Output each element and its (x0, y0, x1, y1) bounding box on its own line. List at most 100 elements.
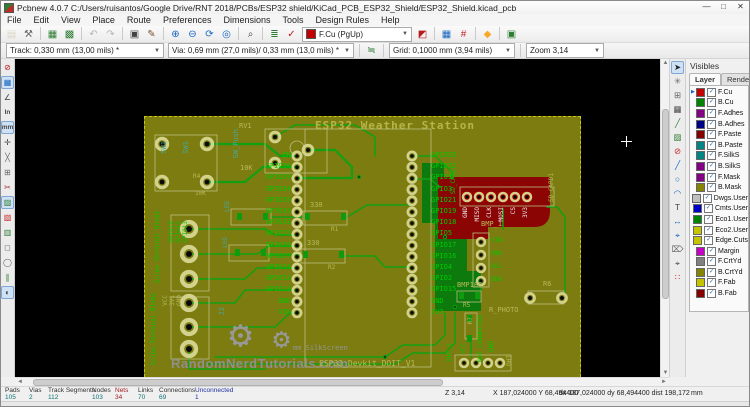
layer-row-b-adhes[interactable]: ✓B.Adhes (690, 119, 748, 130)
zoom-in-icon[interactable]: ⊕ (168, 27, 183, 42)
module-ratsnest-icon[interactable]: ⊞ (1, 166, 14, 179)
grid-select[interactable]: Grid: 0,1000 mm (3,94 mils)▼ (389, 43, 515, 58)
layer-row-f-fab[interactable]: ✓F.Fab (690, 278, 748, 289)
layer-color-swatch[interactable] (696, 257, 705, 266)
maximize-button[interactable]: □ (715, 1, 732, 13)
layer-selector[interactable]: F.Cu (PgUp) ▼ (302, 27, 412, 42)
hscroll-thumb[interactable] (33, 379, 443, 386)
layer-row-b-fab[interactable]: ✓B.Fab (690, 288, 748, 299)
layer-visibility-checkbox[interactable]: ✓ (707, 98, 716, 107)
zones-outline-icon[interactable]: ▥ (1, 226, 14, 239)
layer-row-cmts-user[interactable]: ✓Cmts.User (690, 204, 748, 215)
add-dimension-icon[interactable]: ↔ (671, 215, 684, 228)
plot-icon[interactable]: ✎ (144, 27, 159, 42)
layer-row-b-cu[interactable]: ✓B.Cu (690, 98, 748, 109)
delete-icon[interactable]: ⌦ (671, 243, 684, 256)
layer-color-swatch[interactable] (693, 215, 702, 224)
zones-show-icon[interactable]: ▨ (1, 196, 14, 209)
layer-visibility-checkbox[interactable]: ✓ (707, 289, 716, 298)
track-mode-icon[interactable]: # (456, 27, 471, 42)
print-icon[interactable]: ▣ (127, 27, 142, 42)
drc-icon[interactable]: ✓ (284, 27, 299, 42)
layer-color-swatch[interactable] (693, 226, 702, 235)
auto-track-width-icon[interactable]: ≒ (364, 43, 379, 58)
layer-row-eco1-user[interactable]: ✓Eco1.User (690, 214, 748, 225)
menu-dimensions[interactable]: Dimensions (217, 14, 276, 26)
vscroll-thumb[interactable] (662, 109, 669, 299)
track-autodel-icon[interactable]: ✂ (1, 181, 14, 194)
layer-visibility-checkbox[interactable]: ✓ (707, 278, 716, 287)
scroll-right-icon[interactable]: ► (661, 379, 667, 385)
layer-color-swatch[interactable] (696, 130, 705, 139)
scroll-up-icon[interactable]: ▲ (663, 60, 669, 66)
layer-color-swatch[interactable] (696, 289, 705, 298)
zoom-redraw-icon[interactable]: ⟳ (202, 27, 217, 42)
layer-row-f-silks[interactable]: ✓F.SilkS (690, 151, 748, 162)
layer-visibility-checkbox[interactable]: ✓ (707, 183, 716, 192)
add-circle-icon[interactable]: ○ (671, 173, 684, 186)
highlight-net-icon[interactable]: ✳ (671, 75, 684, 88)
local-ratsnest-icon[interactable]: ⊞ (671, 89, 684, 102)
netlist-icon[interactable]: ≣ (267, 27, 282, 42)
layer-color-swatch[interactable] (696, 120, 705, 129)
add-line-icon[interactable]: ╱ (671, 159, 684, 172)
layer-visibility-checkbox[interactable]: ✓ (707, 130, 716, 139)
layer-visibility-checkbox[interactable]: ✓ (703, 194, 712, 203)
redo-icon[interactable]: ↷ (103, 27, 118, 42)
layer-visibility-checkbox[interactable]: ✓ (707, 151, 716, 160)
drc-off-icon[interactable]: ⊘ (1, 61, 14, 74)
menu-tools[interactable]: Tools (277, 14, 310, 26)
menu-file[interactable]: File (1, 14, 28, 26)
layer-color-swatch[interactable] (693, 204, 702, 213)
zoom-out-icon[interactable]: ⊖ (185, 27, 200, 42)
add-keepout-icon[interactable]: ⊘ (671, 145, 684, 158)
menu-view[interactable]: View (55, 14, 86, 26)
layer-row-f-adhes[interactable]: ✓F.Adhes (690, 108, 748, 119)
menu-help[interactable]: Help (375, 14, 406, 26)
layer-row-eco2-user[interactable]: ✓Eco2.User (690, 225, 748, 236)
add-footprint-icon[interactable]: ▦ (671, 103, 684, 116)
layer-visibility-checkbox[interactable]: ✓ (704, 215, 713, 224)
add-zone-icon[interactable]: ▨ (671, 131, 684, 144)
layer-color-swatch[interactable] (696, 278, 705, 287)
layer-color-swatch[interactable] (696, 183, 705, 192)
layer-visibility-checkbox[interactable]: ✓ (707, 268, 716, 277)
page-settings-icon[interactable]: ⚒ (21, 27, 36, 42)
layer-visibility-checkbox[interactable]: ✓ (704, 236, 713, 245)
layer-visibility-checkbox[interactable]: ✓ (707, 120, 716, 129)
menu-preferences[interactable]: Preferences (157, 14, 218, 26)
tab-layer[interactable]: Layer (689, 73, 721, 85)
vias-sketch-icon[interactable]: ◯ (1, 256, 14, 269)
layer-visibility-checkbox[interactable]: ✓ (707, 88, 716, 97)
layer-visibility-checkbox[interactable]: ✓ (707, 109, 716, 118)
layer-color-swatch[interactable] (696, 162, 705, 171)
layer-pair-icon[interactable]: ◩ (415, 27, 430, 42)
scroll-down-icon[interactable]: ▼ (663, 370, 669, 376)
minimize-button[interactable]: — (698, 1, 715, 13)
find-icon[interactable]: ⌕ (243, 27, 258, 42)
layer-color-swatch[interactable] (696, 268, 705, 277)
track-width-select[interactable]: Track: 0,330 mm (13,00 mils) *▼ (6, 43, 164, 58)
layer-visibility-checkbox[interactable]: ✓ (707, 257, 716, 266)
layer-color-swatch[interactable] (696, 173, 705, 182)
tracks-sketch-icon[interactable]: ∥ (1, 271, 14, 284)
title-bar[interactable]: Pcbnew 4.0.7 C:/Users/ruisantos/Google D… (1, 1, 750, 14)
menu-edit[interactable]: Edit (28, 14, 56, 26)
cursor-shape-icon[interactable]: ✛ (1, 136, 14, 149)
select-tool-icon[interactable]: ➤ (671, 61, 684, 74)
module-editor-icon[interactable]: ▩ (62, 27, 77, 42)
layer-visibility-checkbox[interactable]: ✓ (707, 173, 716, 182)
layer-color-swatch[interactable] (696, 88, 705, 97)
layer-row-f-cu[interactable]: ▶✓F.Cu (690, 87, 748, 98)
close-button[interactable]: ✕ (732, 1, 749, 13)
units-mm-icon[interactable]: mm (1, 121, 14, 134)
zoom-fit-icon[interactable]: ◎ (219, 27, 234, 42)
scroll-left-icon[interactable]: ◄ (17, 379, 23, 385)
layer-color-swatch[interactable] (696, 247, 705, 256)
menu-route[interactable]: Route (121, 14, 157, 26)
layer-row-b-paste[interactable]: ✓B.Paste (690, 140, 748, 151)
layer-visibility-checkbox[interactable]: ✓ (704, 204, 713, 213)
pcb-board[interactable]: ESP32 Weather Station RandomNerdTutorial… (144, 116, 581, 377)
pads-sketch-icon[interactable]: ◻ (1, 241, 14, 254)
freeroute-icon[interactable]: ◆ (480, 27, 495, 42)
